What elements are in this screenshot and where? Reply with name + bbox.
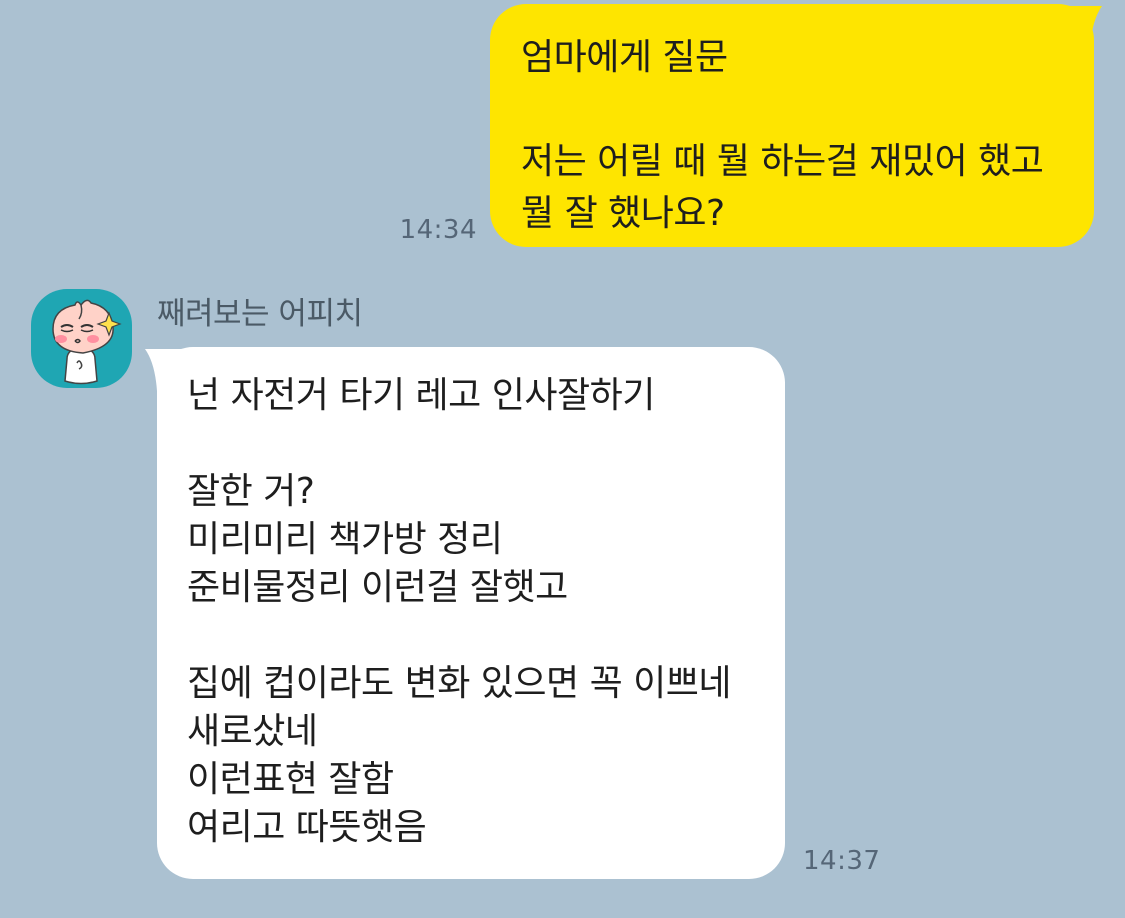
outgoing-message-bubble[interactable]: 엄마에게 질문 저는 어릴 때 뭘 하는걸 재밌어 했고 뭘 잘 했나요?	[490, 4, 1094, 247]
chat-room: 엄마에게 질문 저는 어릴 때 뭘 하는걸 재밌어 했고 뭘 잘 했나요? 14…	[0, 0, 1125, 918]
sender-avatar[interactable]	[31, 289, 132, 388]
outgoing-message-time: 14:34	[399, 215, 477, 245]
apeach-character-icon	[52, 299, 122, 385]
incoming-message-time: 14:37	[803, 846, 881, 876]
incoming-message-bubble[interactable]: 넌 자전거 타기 레고 인사잘하기 잘한 거? 미리미리 책가방 정리 준비물정…	[157, 347, 785, 879]
sender-name: 째려보는 어피치	[157, 296, 363, 332]
